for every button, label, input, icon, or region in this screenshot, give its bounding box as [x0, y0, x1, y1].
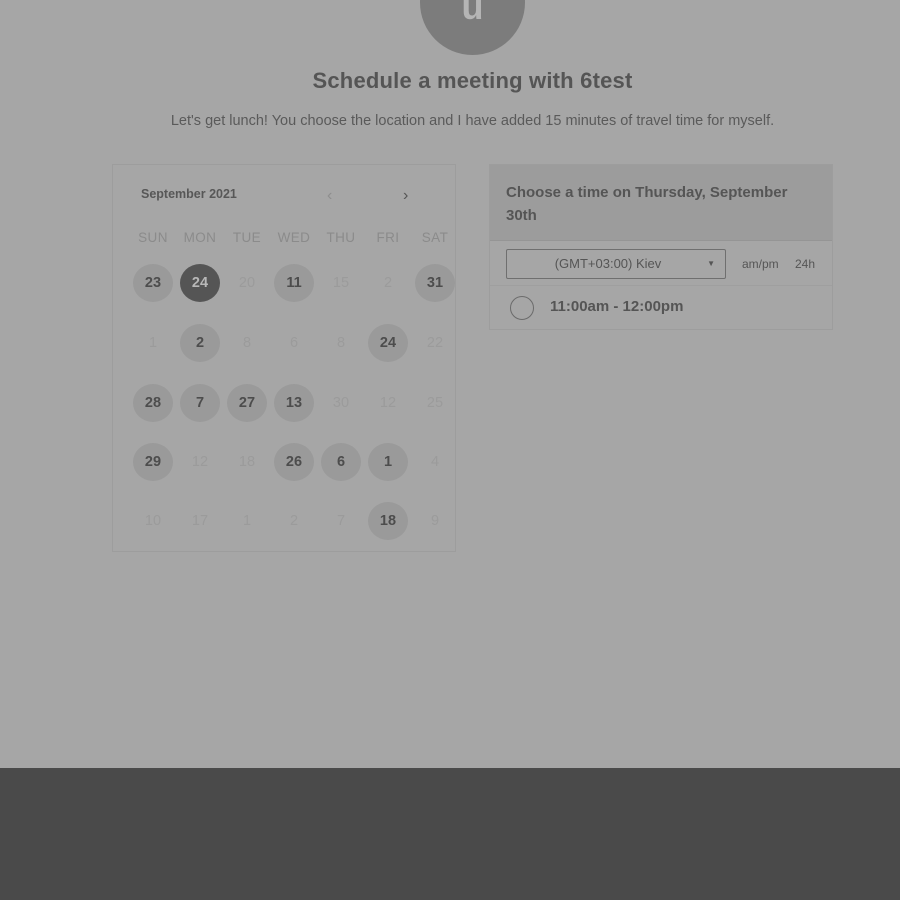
calendar-day-selected[interactable]: 24	[180, 264, 220, 302]
calendar-day-available[interactable]: 1	[368, 443, 408, 481]
calendar-day-available[interactable]: 29	[133, 443, 173, 481]
calendar-day-unavailable: 1	[242, 513, 252, 529]
bottom-band	[0, 768, 900, 900]
time-slot-label: 11:00am - 12:00pm	[550, 298, 684, 315]
weekday-header: THU	[326, 230, 356, 245]
calendar-day-unavailable: 9	[430, 513, 440, 529]
calendar-day-unavailable: 4	[430, 454, 440, 470]
meeting-description: Let's get lunch! You choose the location…	[170, 113, 775, 129]
divider	[490, 285, 832, 286]
time-slot-radio[interactable]	[510, 296, 534, 320]
timezone-value: (GMT+03:00) Kiev	[554, 256, 662, 271]
calendar-day-unavailable: 18	[238, 454, 256, 470]
weekday-header: TUE	[232, 230, 262, 245]
calendar-day-unavailable: 2	[383, 275, 393, 291]
caret-down-icon: ▼	[707, 259, 715, 268]
calendar-day-available[interactable]: 27	[227, 384, 267, 422]
calendar-day-unavailable: 6	[289, 335, 299, 351]
time-selection-panel: Choose a time on Thursday, September 30t…	[489, 164, 833, 330]
calendar-day-available[interactable]: 13	[274, 384, 314, 422]
format-ampm-toggle[interactable]: am/pm	[742, 257, 779, 271]
weekday-header: MON	[183, 230, 217, 245]
calendar-day-unavailable: 20	[238, 275, 256, 291]
calendar-day-unavailable: 30	[332, 395, 350, 411]
calendar-day-available[interactable]: 28	[133, 384, 173, 422]
calendar-day-available[interactable]: 24	[368, 324, 408, 362]
weekday-header: SAT	[421, 230, 449, 245]
calendar-day-available[interactable]: 31	[415, 264, 455, 302]
avatar-initial: u	[461, 0, 484, 27]
weekday-header: SUN	[138, 230, 168, 245]
calendar-panel: September 2021 ‹ › SUN MON TUE WED THU FRI SAT…	[112, 164, 456, 552]
calendar-day-unavailable: 12	[379, 395, 397, 411]
page-title: Schedule a meeting with 6test	[312, 68, 633, 93]
calendar-day-available[interactable]: 18	[368, 502, 408, 540]
calendar-day-available[interactable]: 23	[133, 264, 173, 302]
calendar-day-unavailable: 12	[191, 454, 209, 470]
calendar-month-label: September 2021	[141, 187, 237, 201]
selected-date-heading: Choose a time on Thursday, September 30t…	[490, 165, 832, 241]
calendar-day-unavailable: 8	[242, 335, 252, 351]
scheduling-page: u Schedule a meeting with 6test Let's ge…	[0, 0, 900, 768]
calendar-day-unavailable: 25	[426, 395, 444, 411]
calendar-day-available[interactable]: 2	[180, 324, 220, 362]
calendar-day-available[interactable]: 11	[274, 264, 314, 302]
next-month-icon[interactable]: ›	[403, 187, 417, 205]
calendar-day-unavailable: 17	[191, 513, 209, 529]
calendar-day-unavailable: 10	[144, 513, 162, 529]
avatar: u	[420, 0, 525, 55]
timezone-select[interactable]: (GMT+03:00) Kiev ▼	[506, 249, 726, 279]
calendar-day-unavailable: 15	[332, 275, 350, 291]
calendar-day-available[interactable]: 26	[274, 443, 314, 481]
weekday-header: WED	[277, 230, 311, 245]
calendar-day-unavailable: 2	[289, 513, 299, 529]
calendar-day-unavailable: 22	[426, 335, 444, 351]
calendar-day-available[interactable]: 6	[321, 443, 361, 481]
calendar-day-unavailable: 7	[336, 513, 346, 529]
calendar-day-unavailable: 8	[336, 335, 346, 351]
format-24h-toggle[interactable]: 24h	[795, 257, 815, 271]
calendar-day-unavailable: 1	[148, 335, 158, 351]
previous-month-icon[interactable]: ‹	[327, 187, 341, 205]
weekday-header: FRI	[376, 230, 400, 245]
calendar-day-available[interactable]: 7	[180, 384, 220, 422]
